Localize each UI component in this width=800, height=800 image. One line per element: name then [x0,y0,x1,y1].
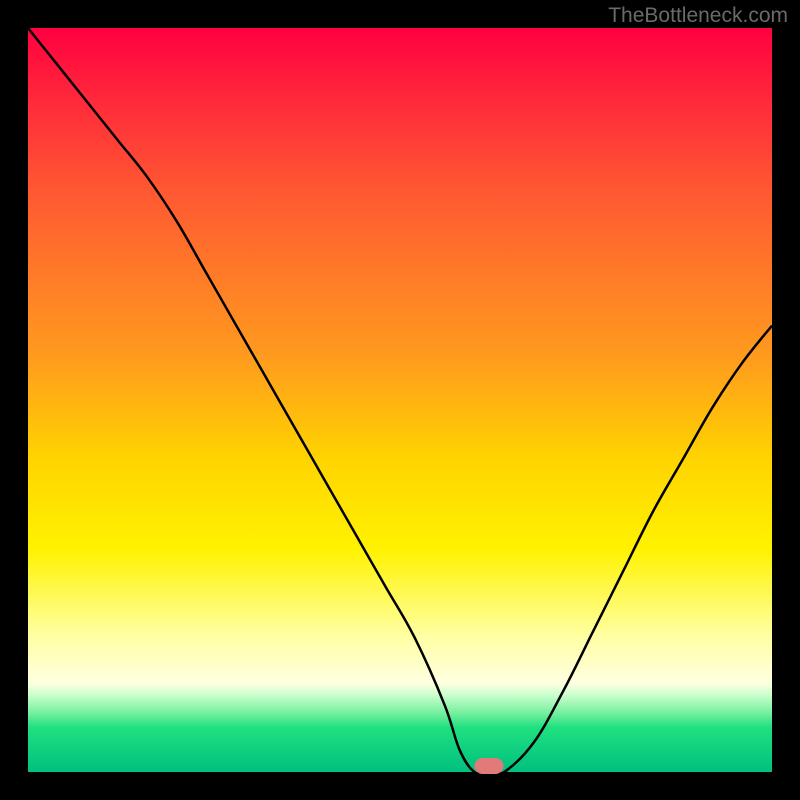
bottleneck-curve [28,28,772,772]
plot-area [28,28,772,772]
watermark-text: TheBottleneck.com [608,4,788,28]
chart-container: TheBottleneck.com [0,0,800,800]
optimal-marker [475,758,504,774]
